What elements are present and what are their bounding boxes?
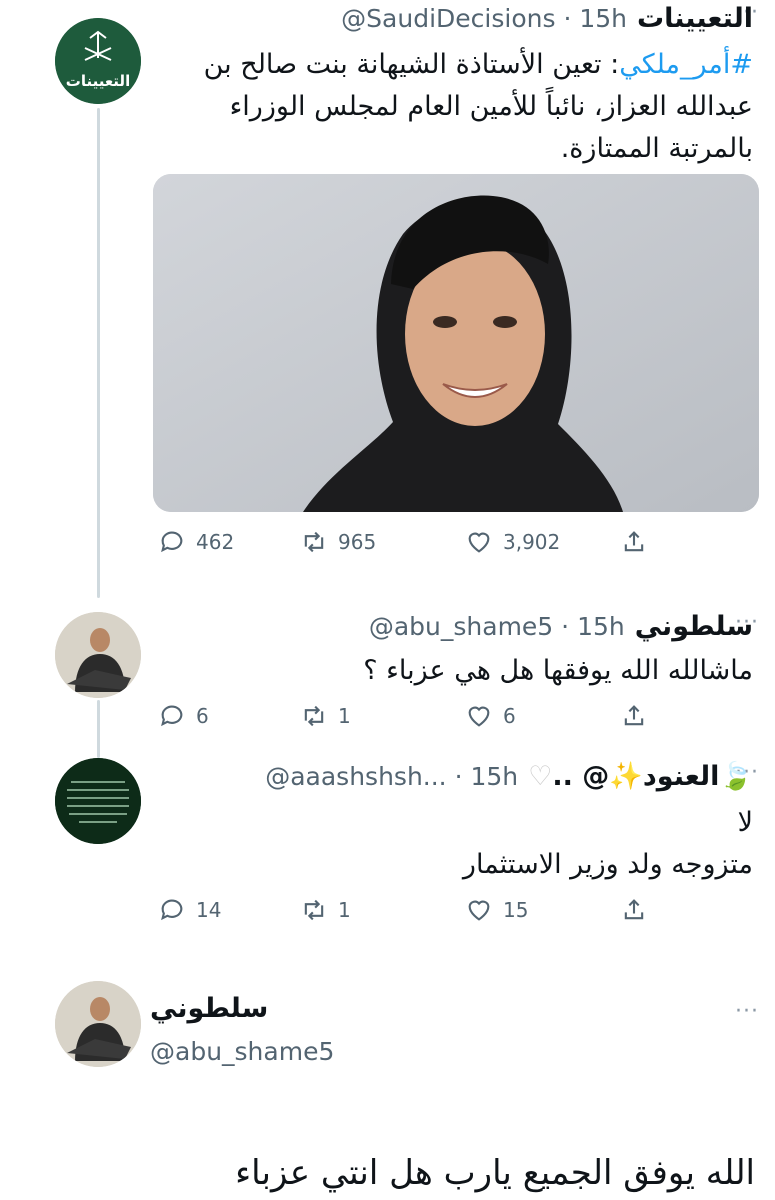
display-name-text: العنود [642, 761, 720, 792]
retweet-count: 1 [338, 898, 351, 922]
tweet-text-line: لا [737, 807, 753, 838]
like-count: 6 [503, 704, 516, 728]
reply-icon [161, 531, 183, 553]
retweet-button[interactable]: 1 [300, 896, 351, 924]
share-button[interactable] [620, 528, 648, 556]
text-image-icon [55, 758, 141, 844]
timestamp[interactable]: · 15h [455, 762, 519, 791]
portrait-image [153, 174, 759, 512]
tweet-text: الله يوفق الجميع يارب هل انتي عزباء [235, 1153, 755, 1193]
hashtag-link[interactable]: #أمر_ملكي [619, 49, 753, 80]
retweet-count: 965 [338, 530, 377, 554]
retweet-icon [304, 531, 324, 553]
display-name-suffix: @ .. [552, 761, 610, 792]
emblem-icon [55, 18, 141, 104]
like-count: 3,902 [503, 530, 561, 554]
timestamp[interactable]: · 15h [563, 4, 627, 33]
handle[interactable]: @SaudiDecisions [341, 4, 555, 33]
retweet-count: 1 [338, 704, 351, 728]
tweet-actions: 462 965 3,902 [150, 528, 670, 564]
leaf-icon: 🍃 [719, 761, 753, 792]
tweet-actions: 14 1 15 [150, 896, 670, 932]
avatar[interactable] [55, 981, 141, 1067]
heart-icon [468, 900, 490, 921]
person-photo-icon [55, 612, 141, 698]
display-name[interactable]: 🍃العنود✨@ ..♡ [528, 760, 753, 792]
handle-time: @abu_shame5 · 15h [369, 612, 625, 641]
share-icon [624, 705, 644, 726]
reply-icon [161, 705, 183, 727]
reply-button[interactable]: 14 [158, 896, 221, 924]
like-button[interactable]: 6 [465, 702, 516, 730]
retweet-button[interactable]: 965 [300, 528, 376, 556]
reply-count: 6 [196, 704, 209, 728]
more-options-icon[interactable]: ··· [732, 999, 762, 1024]
share-icon [624, 899, 644, 920]
heart-badge-icon: ♡ [528, 761, 553, 792]
tweet-text: لا متزوجه ولد وزير الاستثمار [150, 802, 753, 886]
tweet-header: التعيينات @SaudiDecisions · 15h [150, 0, 753, 36]
tweet-main[interactable]: التعيينات ··· التعيينات @SaudiDecisions … [0, 0, 775, 580]
reply-button[interactable]: 6 [158, 702, 209, 730]
retweet-icon [304, 705, 324, 727]
tweet-photo[interactable] [153, 174, 759, 512]
tweet-text-line: متزوجه ولد وزير الاستثمار [462, 849, 753, 880]
author-block: سلطوني @abu_shame5 [150, 993, 450, 1073]
like-button[interactable]: 15 [465, 896, 528, 924]
avatar[interactable] [55, 612, 141, 698]
avatar[interactable] [55, 758, 141, 844]
share-button[interactable] [620, 896, 648, 924]
tweet-text: #أمر_ملكي: تعين الأستاذة الشيهانة بنت صا… [150, 44, 753, 170]
reply-button[interactable]: 462 [158, 528, 234, 556]
handle[interactable]: @abu_shame5 [369, 612, 553, 641]
handle[interactable]: @abu_shame5 [150, 1037, 334, 1066]
tweet-focused[interactable]: ··· سلطوني @abu_shame5 الله يوفق الجميع … [0, 975, 775, 1200]
share-button[interactable] [620, 702, 648, 730]
reply-count: 462 [196, 530, 235, 554]
heart-icon [468, 532, 490, 553]
tweet-actions: 6 1 6 [150, 702, 670, 738]
avatar[interactable]: التعيينات [55, 18, 141, 104]
display-name[interactable]: سلطوني [150, 993, 268, 1024]
display-name[interactable]: التعيينات [637, 3, 753, 34]
display-name[interactable]: سلطوني [635, 611, 753, 642]
sparkle-icon: ✨ [609, 761, 643, 792]
tweet-reply-2[interactable]: ··· 🍃العنود✨@ ..♡ @aaashshsh... · 15h لا… [0, 758, 775, 943]
tweet-header: 🍃العنود✨@ ..♡ @aaashshsh... · 15h [150, 758, 753, 794]
handle-time: @aaashshsh... · 15h [265, 762, 518, 791]
retweet-icon [304, 899, 324, 921]
avatar-label: التعيينات [65, 72, 131, 90]
tweet-reply-1[interactable]: ··· سلطوني @abu_shame5 · 15h ماشالله الل… [0, 600, 775, 750]
like-count: 15 [503, 898, 529, 922]
tweet-text: ماشالله الله يوفقها هل هي عزباء ؟ [363, 655, 753, 686]
handle-time: @SaudiDecisions · 15h [341, 4, 627, 33]
reply-count: 14 [196, 898, 222, 922]
timestamp[interactable]: · 15h [561, 612, 625, 641]
person-photo-icon [55, 981, 141, 1067]
tweet-header: سلطوني @abu_shame5 · 15h [150, 608, 753, 644]
share-icon [624, 531, 644, 552]
handle[interactable]: @aaashshsh... [265, 762, 446, 791]
like-button[interactable]: 3,902 [465, 528, 560, 556]
heart-icon [468, 706, 490, 727]
retweet-button[interactable]: 1 [300, 702, 351, 730]
reply-icon [161, 899, 183, 921]
